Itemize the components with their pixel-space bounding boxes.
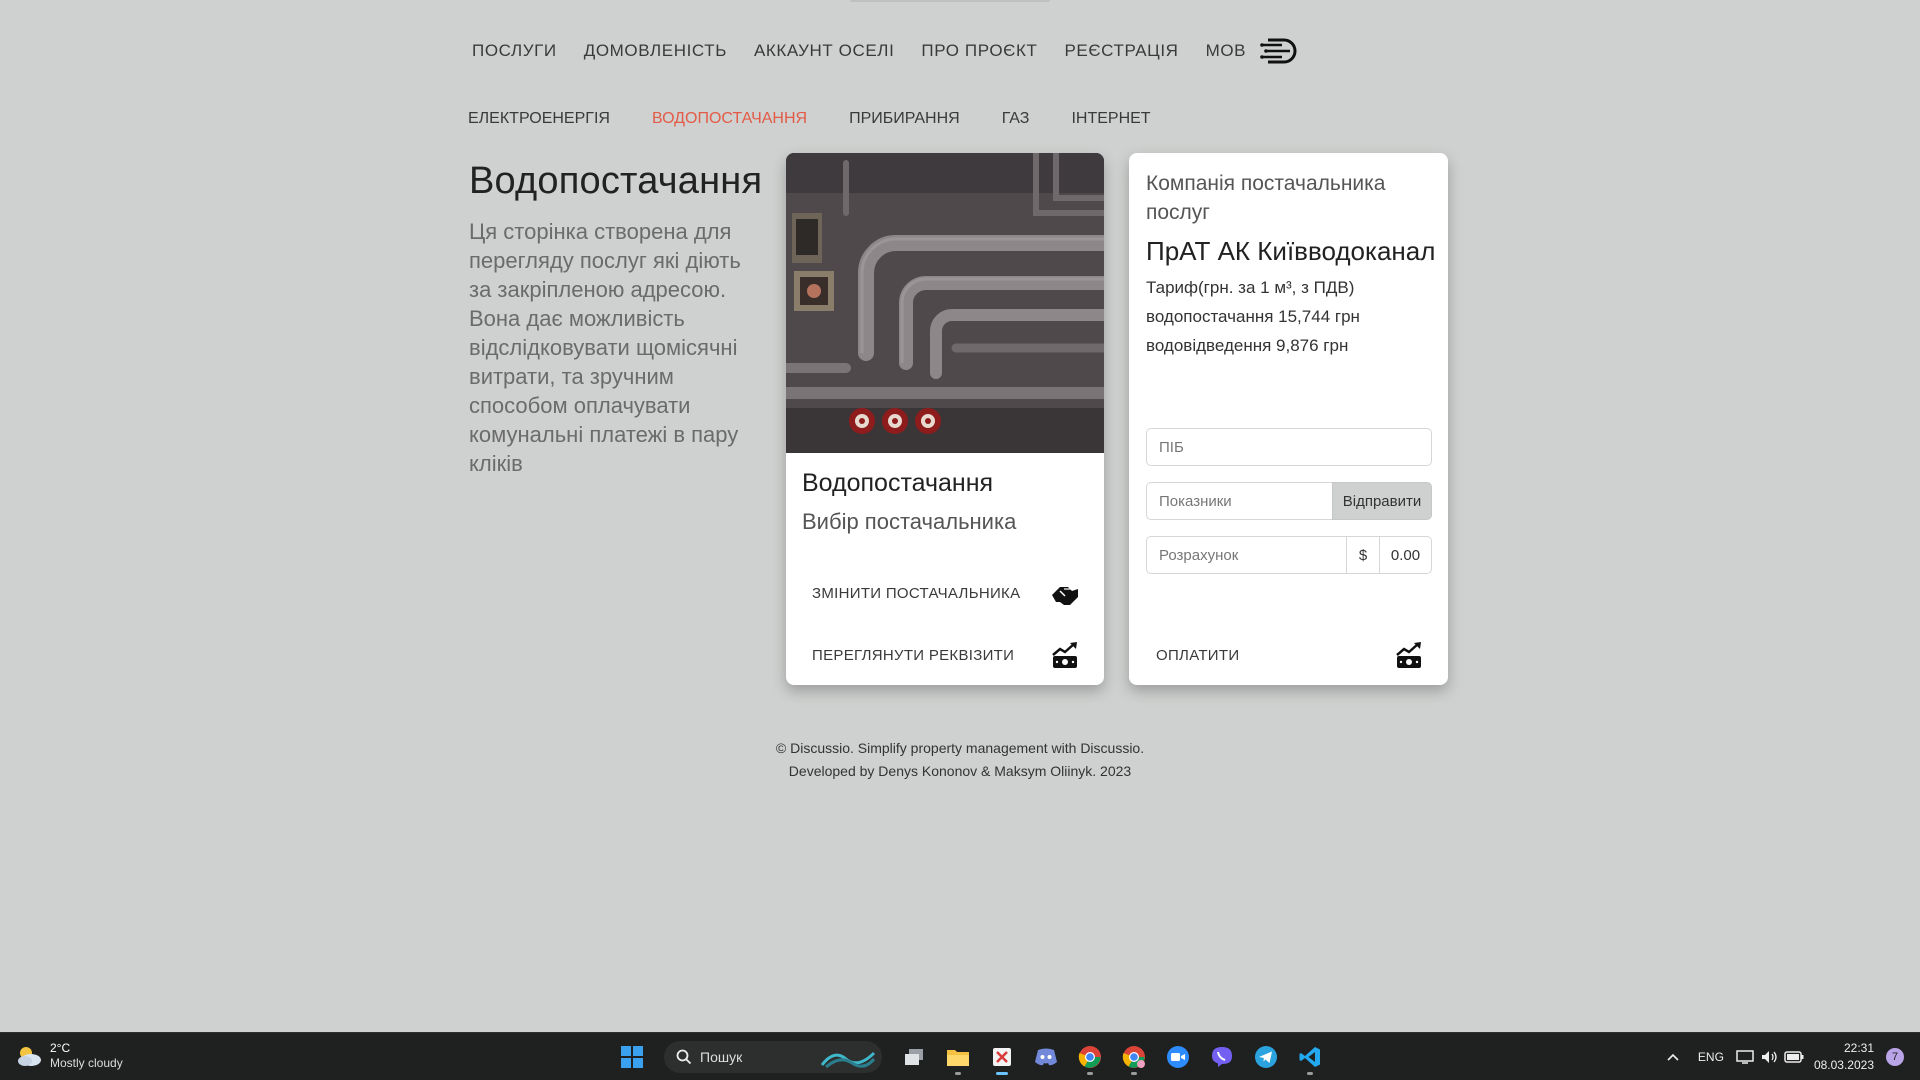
snipping-tool-icon (993, 1048, 1011, 1066)
logo-icon[interactable] (1260, 36, 1298, 66)
top-nav: ПОСЛУГИ ДОМОВЛЕНІСТЬ АККАУНТ ОСЕЛІ ПРО П… (472, 36, 1298, 66)
chevron-up-icon[interactable] (1666, 1052, 1680, 1062)
weather-desc: Mostly cloudy (50, 1056, 123, 1070)
cloudy-weather-icon (18, 1047, 41, 1066)
weather-widget[interactable]: 2°C Mostly cloudy (16, 1041, 123, 1071)
tariff-title: Тариф(грн. за 1 м³, з ПДВ) (1146, 278, 1355, 297)
telegram-button[interactable] (1246, 1039, 1286, 1075)
service-card: Водопостачання Вибір постачальника ЗМІНИ… (786, 153, 1104, 685)
browser-edge (850, 0, 1050, 2)
pay-button[interactable]: ОПЛАТИТИ (1156, 638, 1424, 672)
service-subtitle: Вибір постачальника (802, 509, 1017, 534)
calculation-input[interactable]: Розрахунок (1146, 536, 1346, 574)
start-button[interactable] (612, 1039, 652, 1075)
taskbar: 2°C Mostly cloudy Пошук ENG 22:31 08.03.… (0, 1032, 1920, 1080)
telegram-icon (1255, 1046, 1277, 1068)
readings-input[interactable]: Показники (1146, 482, 1332, 520)
view-details-label: ПЕРЕГЛЯНУТИ РЕКВІЗИТИ (812, 646, 1015, 664)
discord-button[interactable] (1026, 1039, 1066, 1075)
windows-start-icon (621, 1046, 643, 1068)
chrome-button[interactable] (1070, 1039, 1110, 1075)
search-highlight-icon (820, 1051, 876, 1069)
nav-registration[interactable]: РЕЄСТРАЦІЯ (1064, 41, 1178, 61)
change-provider-button[interactable]: ЗМІНИТИ ПОСТАЧАЛЬНИКА (812, 576, 1080, 610)
page-description: Ця сторінка створена для перегляду послу… (469, 219, 741, 476)
footer-credits: Developed by Denys Kononov & Maksym Olii… (788, 763, 1132, 779)
service-title: Водопостачання (802, 469, 994, 497)
send-readings-button[interactable]: Відправити (1332, 482, 1432, 520)
provider-card: Компанія постачальника послуг ПрАТ АК Ки… (1129, 153, 1448, 685)
vscode-icon (1299, 1047, 1320, 1067)
snipping-tool-button[interactable] (982, 1039, 1022, 1075)
chrome-icon (1078, 1046, 1101, 1068)
zoom-button[interactable] (1158, 1039, 1198, 1075)
volume-icon[interactable] (1760, 1049, 1778, 1065)
tab-gas[interactable]: ГАЗ (1002, 110, 1030, 128)
battery-icon[interactable] (1784, 1050, 1804, 1064)
nav-house-account[interactable]: АККАУНТ ОСЕЛІ (754, 41, 894, 61)
currency-addon: $ (1346, 536, 1380, 574)
page-footer: © Discussio. Simplify property managemen… (0, 737, 1920, 783)
system-tray: ENG 22:31 08.03.2023 7 (1666, 1033, 1904, 1080)
change-provider-label: ЗМІНИТИ ПОСТАЧАЛЬНИКА (812, 584, 1021, 602)
nav-language[interactable]: МОВ (1206, 41, 1247, 61)
readings-group: Показники Відправити (1146, 482, 1432, 520)
pay-label: ОПЛАТИТИ (1156, 646, 1240, 664)
search-text: Пошук (700, 1049, 743, 1065)
task-view-icon (905, 1049, 923, 1065)
language-indicator[interactable]: ENG (1698, 1050, 1724, 1064)
clock-date: 08.03.2023 (1813, 1058, 1874, 1072)
provider-company: ПрАТ АК Київводоканал (1146, 236, 1436, 266)
notification-badge[interactable]: 7 (1886, 1048, 1904, 1066)
page-title: Водопостачання (469, 160, 763, 202)
amount-value: 0.00 (1380, 536, 1432, 574)
clock[interactable]: 22:31 08.03.2023 (1814, 1040, 1874, 1074)
service-nav: ЕЛЕКТРОЕНЕРГІЯ ВОДОПОСТАЧАННЯ ПРИБИРАННЯ… (468, 108, 1193, 130)
nav-agreement[interactable]: ДОМОВЛЕНІСТЬ (584, 41, 727, 61)
viber-icon (1212, 1047, 1232, 1067)
weather-temp: 2°C (50, 1041, 71, 1055)
handshake-icon (1052, 587, 1078, 605)
network-icon[interactable] (1736, 1049, 1754, 1065)
footer-copyright: © Discussio. Simplify property managemen… (775, 740, 1145, 756)
money-chart-icon (1396, 642, 1421, 668)
provider-heading: Компанія постачальника послуг (1146, 172, 1386, 224)
nav-services[interactable]: ПОСЛУГИ (472, 41, 557, 61)
clock-time: 22:31 (1843, 1041, 1874, 1055)
tariff-drainage: водовідведення 9,876 грн (1146, 336, 1349, 355)
full-name-input[interactable]: ПІБ (1146, 428, 1432, 466)
discord-icon (1035, 1048, 1057, 1066)
tab-internet[interactable]: ІНТЕРНЕТ (1071, 110, 1150, 128)
intro-section: Водопостачання Ця сторінка створена для … (469, 160, 763, 478)
calculation-group: Розрахунок $ 0.00 (1146, 536, 1432, 574)
taskbar-apps: Пошук (612, 1039, 1334, 1075)
task-view-button[interactable] (894, 1039, 934, 1075)
tab-electricity[interactable]: ЕЛЕКТРОЕНЕРГІЯ (468, 110, 610, 128)
tab-water-supply[interactable]: ВОДОПОСТАЧАННЯ (652, 110, 807, 128)
viber-button[interactable] (1202, 1039, 1242, 1075)
pipes-image (786, 153, 1104, 453)
chrome-profile-icon (1122, 1046, 1145, 1068)
money-chart-icon (1052, 642, 1077, 668)
nav-about[interactable]: ПРО ПРОЄКТ (921, 41, 1037, 61)
chrome-profile-button[interactable] (1114, 1039, 1154, 1075)
file-explorer-button[interactable] (938, 1039, 978, 1075)
taskbar-search[interactable]: Пошук (664, 1041, 882, 1073)
vscode-button[interactable] (1290, 1039, 1330, 1075)
search-icon (676, 1049, 692, 1065)
zoom-icon (1167, 1046, 1189, 1068)
file-explorer-icon (947, 1050, 969, 1066)
tab-cleaning[interactable]: ПРИБИРАННЯ (849, 110, 960, 128)
tariff-water-supply: водопостачання 15,744 грн (1146, 307, 1360, 326)
view-details-button[interactable]: ПЕРЕГЛЯНУТИ РЕКВІЗИТИ (812, 638, 1080, 672)
